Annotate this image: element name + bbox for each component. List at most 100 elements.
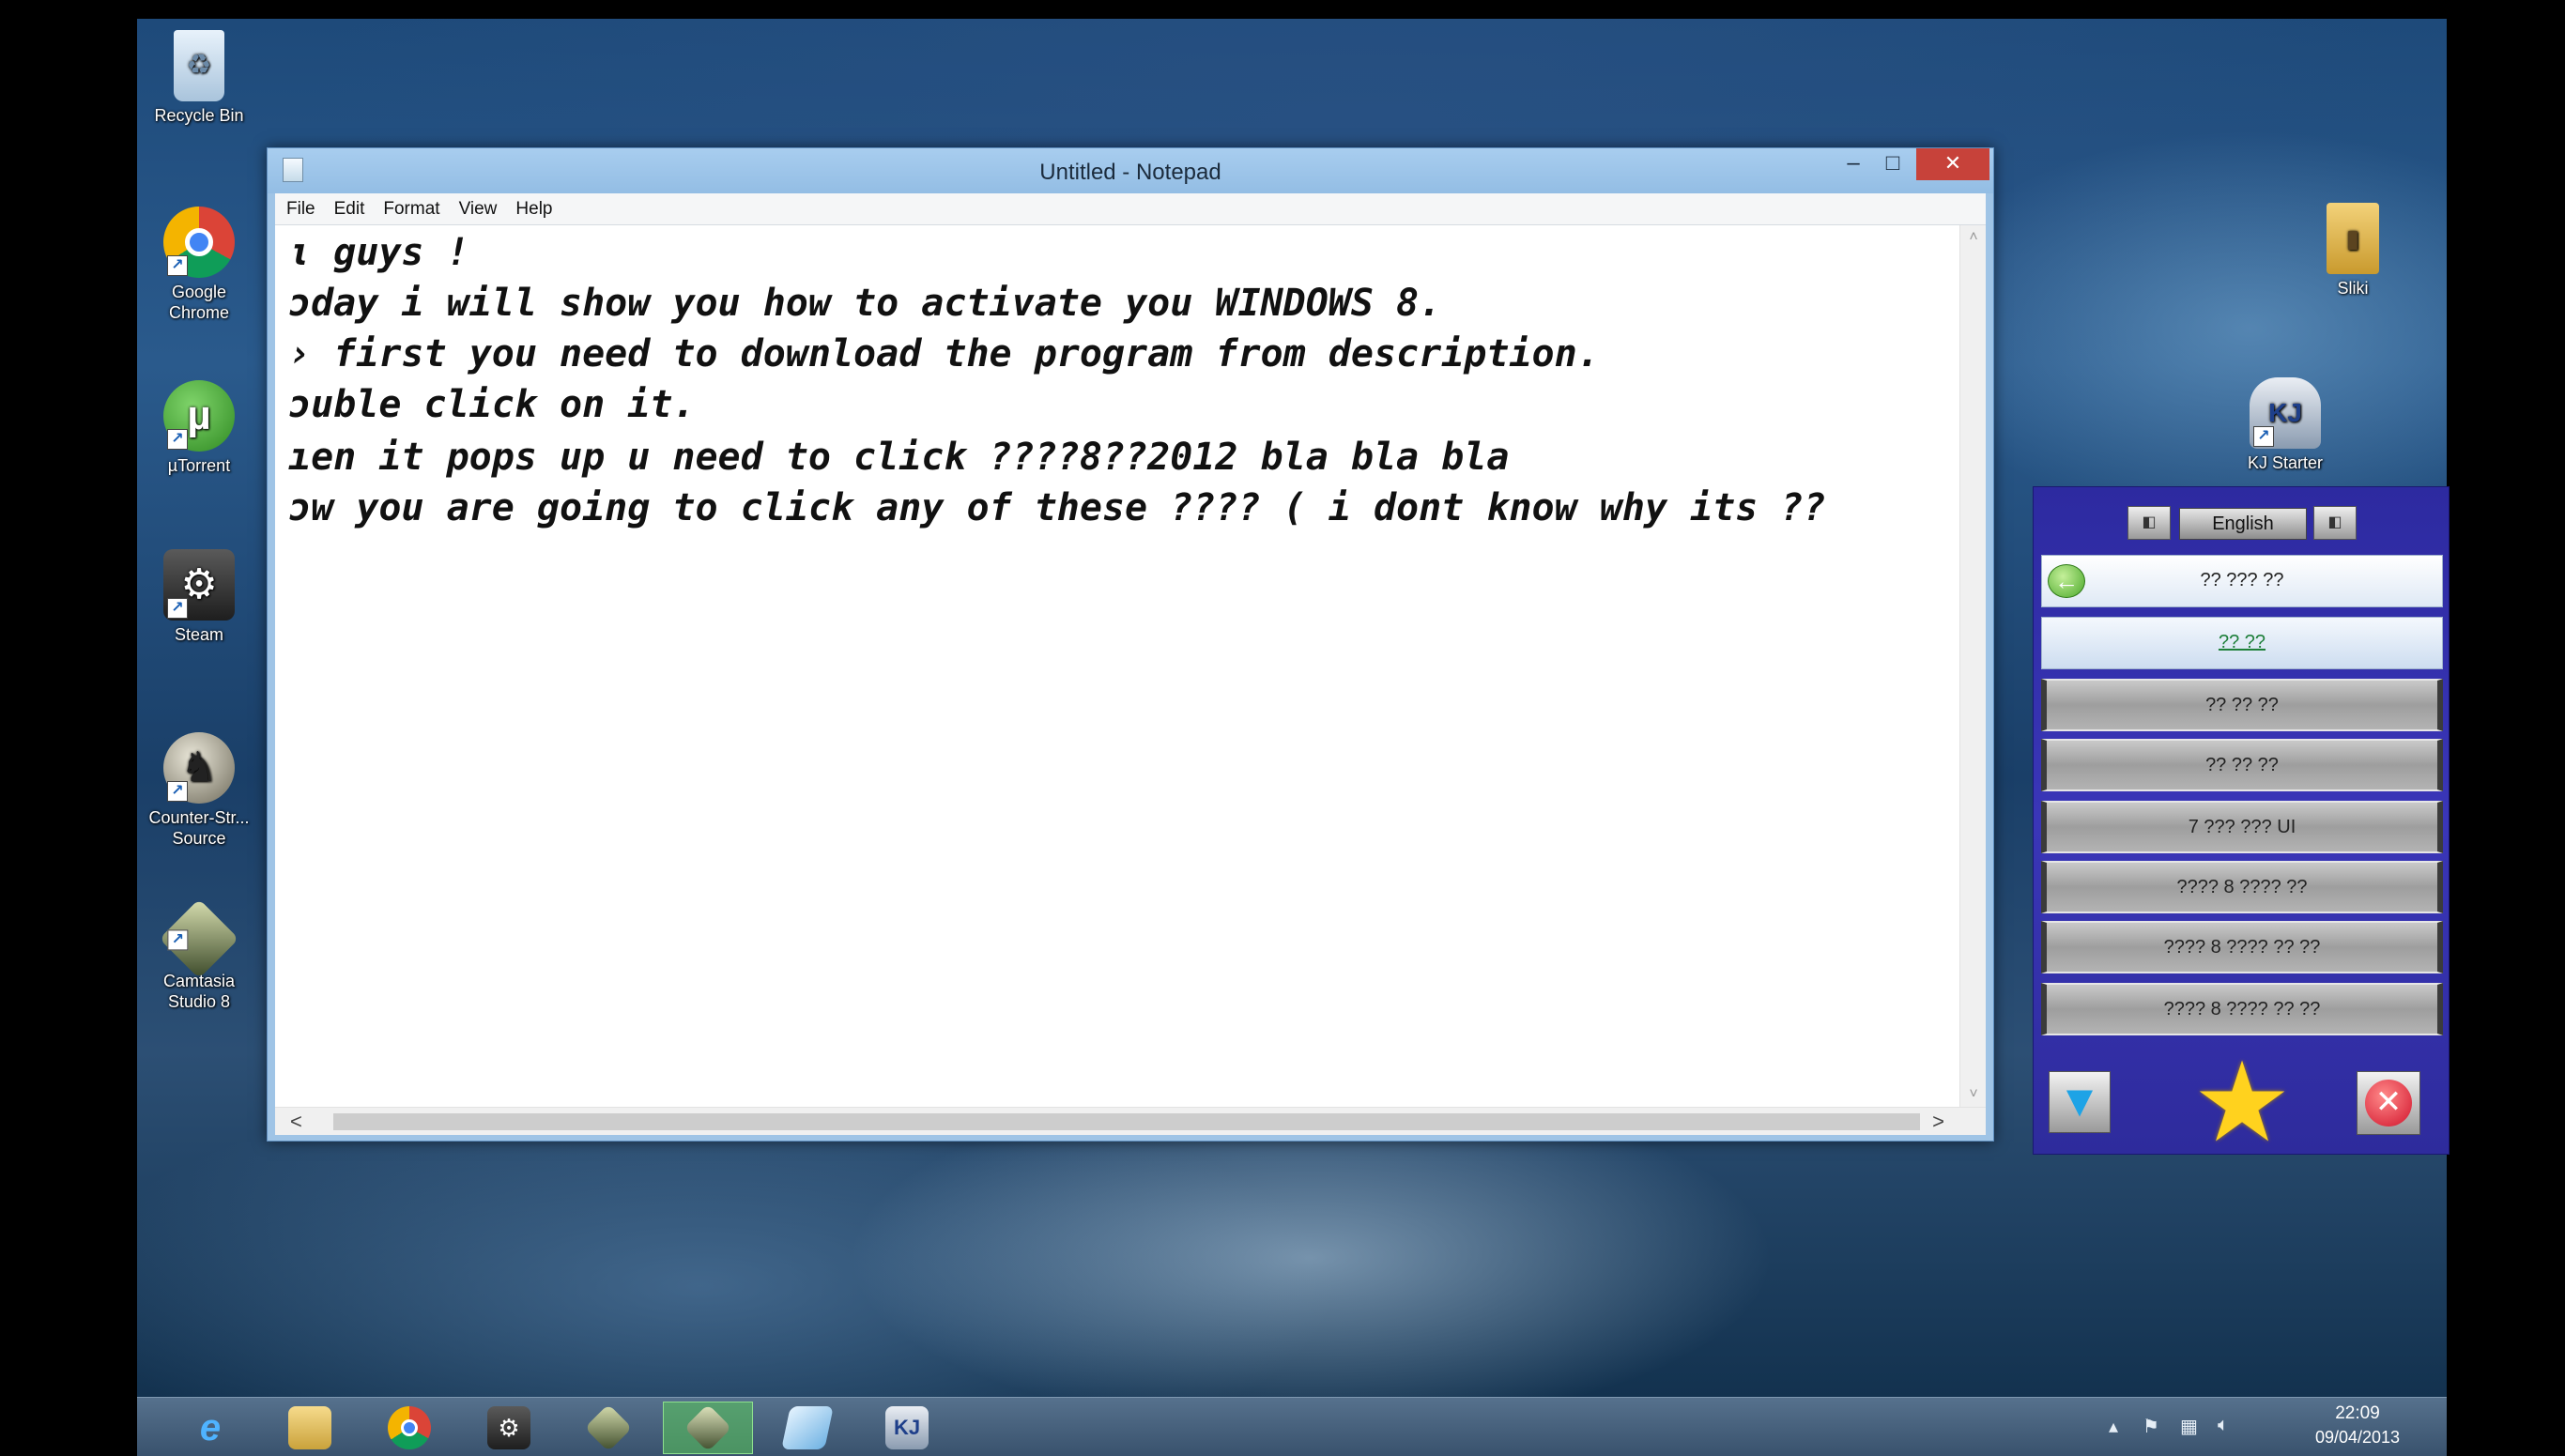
network-icon[interactable]: ▦	[2180, 1415, 2198, 1438]
taskbar: e ⚙ KJ ▴ ⚑ ▦ 🔈︎ 22:09 09/04/2013	[137, 1397, 2447, 1456]
activator-button[interactable]: ???? 8 ???? ??	[2041, 861, 2443, 913]
text-line: ɔday i will show you how to activate you…	[288, 282, 1442, 325]
text-line: ıen it pops up u need to click ????8??20…	[288, 436, 1510, 479]
text-line: › first you need to download the program…	[288, 332, 1600, 375]
sliki-folder[interactable]: ▮ Sliki	[2300, 203, 2405, 299]
recorder-icon	[683, 1403, 732, 1452]
text-line: ɔuble click on it.	[288, 383, 696, 426]
window-title: Untitled - Notepad	[1039, 160, 1221, 185]
counter-strike-icon: ♞ ↗	[163, 732, 235, 804]
taskbar-camtasia-recorder[interactable]	[663, 1402, 753, 1454]
chrome-icon	[388, 1406, 431, 1449]
desktop-icon-label: Camtasia Studio 8	[162, 972, 236, 1011]
vertical-scrollbar[interactable]: ˄ ˅	[1959, 225, 1986, 1107]
horizontal-scrollbar[interactable]: < >	[275, 1107, 1986, 1135]
shortcut-arrow-icon: ↗	[2253, 426, 2274, 447]
taskbar-explorer[interactable]	[265, 1402, 355, 1454]
shortcut-arrow-icon: ↗	[167, 598, 188, 619]
kj-starter-icon: KJ ↗	[2250, 377, 2321, 449]
back-arrow-icon: ←	[2048, 564, 2085, 598]
kj-starter-icon: KJ	[885, 1406, 929, 1449]
shortcut-arrow-icon: ↗	[167, 781, 188, 802]
notepad-window[interactable]: Untitled - Notepad – □ ✕ File Edit Forma…	[267, 147, 1994, 1142]
camtasia-icon: ↗	[159, 898, 239, 979]
clock-time[interactable]: 22:09	[2306, 1403, 2409, 1424]
scrollbar-thumb[interactable]	[333, 1113, 1920, 1130]
utorrent-icon: µ ↗	[163, 380, 235, 452]
steam-icon: ⚙	[487, 1406, 530, 1449]
menu-help[interactable]: Help	[515, 199, 552, 220]
taskbar-ie[interactable]: e	[165, 1402, 255, 1454]
activator-button[interactable]: ?? ??	[2041, 617, 2443, 669]
taskbar-camtasia[interactable]	[563, 1402, 653, 1454]
utorrent-shortcut[interactable]: µ ↗ µTorrent	[146, 380, 252, 476]
language-row: ◧ English ◧	[2034, 500, 2449, 542]
desktop-icon-label: Counter-Str... Source	[148, 808, 250, 848]
recycle-bin-icon[interactable]: ♻ Recycle Bin	[146, 30, 252, 126]
menu-format[interactable]: Format	[383, 199, 439, 220]
camtasia-icon	[584, 1403, 633, 1452]
scroll-up-icon[interactable]: ˄	[1960, 229, 1986, 246]
menu-view[interactable]: View	[459, 199, 498, 220]
chrome-icon: ↗	[163, 207, 235, 278]
taskbar-steam[interactable]: ⚙	[464, 1402, 554, 1454]
activator-button[interactable]: ???? 8 ???? ?? ??	[2041, 983, 2443, 1035]
kj-starter-shortcut[interactable]: KJ ↗ KJ Starter	[2233, 377, 2338, 473]
internet-explorer-icon: e	[199, 1406, 222, 1448]
shortcut-arrow-icon: ↗	[167, 429, 188, 450]
activator-panel: ◧ English ◧ ← ?? ??? ?? ?? ?? ?? ?? ?? ?…	[2033, 486, 2450, 1158]
menu-edit[interactable]: Edit	[334, 199, 365, 220]
google-chrome-shortcut[interactable]: ↗ Google Chrome	[146, 207, 252, 323]
notepad-icon	[781, 1406, 834, 1449]
activator-button[interactable]: ?? ?? ??	[2041, 679, 2443, 731]
shortcut-arrow-icon: ↗	[167, 929, 189, 951]
steam-shortcut[interactable]: ⚙ ↗ Steam	[146, 549, 252, 645]
activator-toolbar: ▼ ★ ✕	[2034, 1048, 2449, 1158]
desktop-icon-label: Google Chrome	[168, 283, 230, 322]
taskbar-kj-starter[interactable]: KJ	[862, 1402, 952, 1454]
desktop-icon-label: Sliki	[2337, 279, 2369, 298]
scroll-left-icon[interactable]: <	[290, 1110, 302, 1134]
scroll-right-icon[interactable]: >	[1932, 1110, 1944, 1134]
scroll-down-icon[interactable]: ˅	[1960, 1086, 1986, 1103]
camtasia-shortcut[interactable]: ↗ Camtasia Studio 8	[146, 898, 252, 1012]
star-icon[interactable]: ★	[2186, 1048, 2298, 1158]
language-prev-icon[interactable]: ◧	[2127, 506, 2171, 540]
close-icon[interactable]: ✕	[2357, 1071, 2420, 1135]
counter-strike-shortcut[interactable]: ♞ ↗ Counter-Str... Source	[137, 732, 269, 849]
folder-icon: ▮	[2327, 203, 2379, 274]
activator-button[interactable]: ?? ?? ??	[2041, 739, 2443, 791]
desktop-icon-label: Recycle Bin	[154, 106, 244, 125]
text-line: ɔw you are going to click any of these ?…	[288, 486, 1826, 529]
activator-button[interactable]: ← ?? ??? ??	[2041, 555, 2443, 607]
desktop-icon-label: Steam	[174, 625, 224, 644]
text-editor[interactable]: ι guys ! ɔday i will show you how to act…	[275, 225, 1986, 1107]
activator-button[interactable]: ???? 8 ???? ?? ??	[2041, 921, 2443, 973]
title-bar[interactable]: Untitled - Notepad – □ ✕	[268, 148, 1993, 193]
maximize-button[interactable]: □	[1873, 148, 1912, 180]
text-line: ι guys !	[288, 231, 469, 274]
language-selector[interactable]: English	[2179, 508, 2307, 540]
x-icon: ✕	[2365, 1080, 2412, 1126]
trash-icon: ♻	[174, 30, 224, 101]
menu-bar: File Edit Format View Help	[275, 193, 1986, 225]
button-label: ?? ??? ??	[2200, 570, 2284, 590]
desktop-icon-label: µTorrent	[167, 456, 231, 475]
folder-icon	[288, 1406, 331, 1449]
system-tray: ▴ ⚑ ▦ 🔈︎ 22:09 09/04/2013	[2109, 1398, 2409, 1456]
down-triangle-icon[interactable]: ▼	[2049, 1071, 2111, 1133]
language-next-icon[interactable]: ◧	[2313, 506, 2357, 540]
steam-icon: ⚙ ↗	[163, 549, 235, 621]
activator-button[interactable]: 7 ??? ??? UI	[2041, 801, 2443, 853]
action-center-flag-icon[interactable]: ⚑	[2143, 1415, 2159, 1438]
menu-file[interactable]: File	[286, 199, 315, 220]
close-button[interactable]: ✕	[1916, 148, 1989, 180]
taskbar-chrome[interactable]	[364, 1402, 454, 1454]
shortcut-arrow-icon: ↗	[167, 255, 188, 276]
clock-date[interactable]: 09/04/2013	[2306, 1428, 2409, 1448]
desktop-icon-label: KJ Starter	[2247, 453, 2324, 472]
taskbar-notepad[interactable]	[762, 1402, 852, 1454]
volume-icon[interactable]: 🔈︎	[2218, 1415, 2229, 1436]
show-hidden-icons-icon[interactable]: ▴	[2109, 1415, 2118, 1438]
minimize-button[interactable]: –	[1834, 148, 1873, 180]
